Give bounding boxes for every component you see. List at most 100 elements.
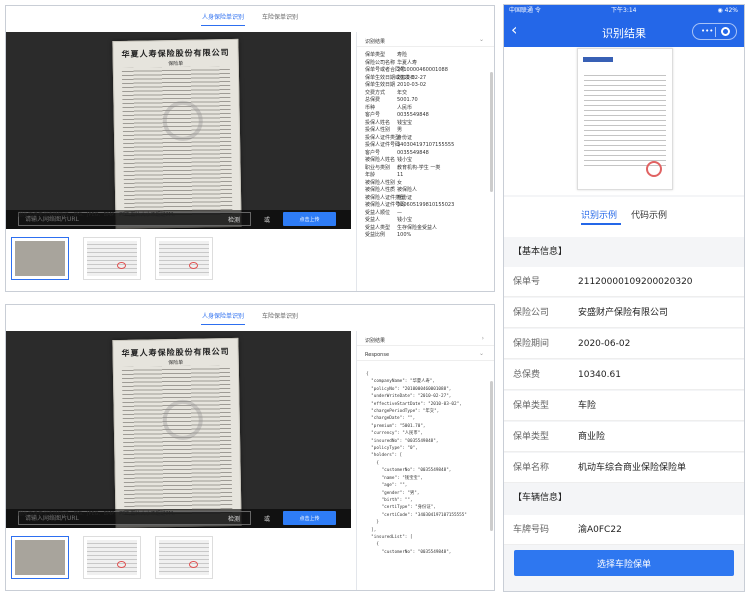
field-key: 被保险人性别 [365, 179, 396, 186]
field-row: 保单号 21120000109200020320 [504, 267, 744, 297]
field-key: 保单生效日期或签发日 [365, 74, 416, 81]
detect-button[interactable]: 检测 [228, 215, 240, 224]
field-key: 交费方式 [365, 89, 386, 96]
field-value: 21120000109200020320 [578, 277, 693, 287]
field-key: 总保费 [513, 370, 541, 380]
select-auto-policy-button[interactable]: 选择车险保单 [514, 550, 734, 576]
field-key: 投保人证件类型 [365, 134, 401, 141]
field-value: 生存保险金受益人 [397, 224, 438, 231]
json-line: "customerNo": "0035549848", [366, 549, 452, 555]
field-value: 钱宝宝 [397, 119, 413, 126]
field-key: 被保险人性质 [365, 187, 396, 193]
field-value: 340304197107155555 [397, 142, 455, 148]
result-header[interactable]: 识别结果 › [357, 331, 494, 346]
field-key: 被保险人证件类型 [365, 194, 406, 201]
example-tabs: 识别示例 代码示例 [504, 197, 744, 237]
tab-recognition-example[interactable]: 识别示例 [581, 208, 617, 221]
field-value: — [397, 209, 402, 216]
more-icon[interactable]: ••• [701, 28, 713, 35]
json-line: "certiType": "身份证", [366, 505, 436, 511]
field-row: 受益比例 100% [365, 232, 494, 240]
chevron-down-icon: ⌄ [478, 350, 484, 357]
field-row: 车牌号码 渝A0FC22 [504, 515, 744, 545]
response-header[interactable]: Response ⌄ [357, 346, 494, 361]
or-label: 或 [264, 217, 271, 224]
json-line: ], [366, 527, 377, 533]
detect-button[interactable]: 检测 [228, 514, 240, 523]
thumbnail-2[interactable] [83, 536, 141, 579]
json-line: "policyNo": "2010000460001088", [366, 386, 452, 392]
tab-code-example[interactable]: 代码示例 [631, 208, 667, 221]
field-key: 总保费 [365, 97, 381, 103]
json-line: "chargeDate": "", [366, 416, 416, 422]
close-target-icon[interactable] [721, 27, 730, 36]
field-key: 保险公司名称 [365, 59, 396, 66]
doc-title: 华夏人寿保险股份有限公司 [121, 346, 230, 358]
field-key: 客户号 [365, 112, 381, 118]
field-key: 受益人顺位 [365, 209, 391, 216]
field-row: 保单类型 商业险 [504, 422, 744, 452]
policy-document-image [577, 48, 673, 190]
field-row: 年龄 11 [365, 172, 494, 180]
tab-auto-insurance[interactable]: 车险保单识别 [261, 305, 299, 329]
field-row: 被保险人性别女 [365, 180, 494, 188]
json-line: "customerNo": "0035549848", [366, 468, 452, 474]
chevron-down-icon: ⌄ [478, 36, 484, 43]
field-row: 投保人性别男 [365, 127, 494, 135]
field-row: 保险期间 2020-06-02 [504, 329, 744, 359]
upload-button[interactable]: 点击上传 [283, 212, 336, 226]
thumbnail-3[interactable] [155, 237, 213, 280]
result-header[interactable]: 识别结果 ⌄ [357, 32, 494, 47]
policy-document-image: 华夏人寿保险股份有限公司 保险单 [112, 337, 242, 528]
thumbnail-1[interactable] [11, 237, 69, 280]
tab-life-insurance[interactable]: 人身保险单识别 [201, 310, 246, 325]
chevron-right-icon: › [481, 335, 484, 342]
json-line: "name": "钱宝宝", [366, 475, 423, 481]
field-value: 商业险 [578, 432, 606, 442]
field-key: 保单生效日期 [365, 82, 396, 88]
thumbnail-2[interactable] [83, 237, 141, 280]
json-line: "birth": "", [366, 497, 413, 503]
file-hint: 图片文件类型支持PNG、JPG、JPEG、BMP、PDF,图片大小不超过2M。 [18, 212, 179, 218]
json-line: { [366, 372, 369, 377]
field-value: 身份证 [397, 194, 413, 201]
field-value: 5001.70 [397, 97, 418, 103]
field-value: 2010-02-27 [397, 74, 427, 81]
field-value: 0035549848 [397, 112, 429, 118]
file-hint: 图片文件类型支持PNG、JPG、JPEG、BMP、PDF,图片大小不超过2M。 [18, 511, 179, 517]
field-key: 车牌号码 [513, 525, 550, 535]
result-panel: 识别结果 › Response ⌄ { "companyName": "华夏人寿… [356, 331, 494, 590]
field-row: 受益人 钱小宝 [365, 217, 494, 225]
thumbnail-3[interactable] [155, 536, 213, 579]
upload-button[interactable]: 点击上传 [283, 511, 336, 525]
policy-document-image: 华夏人寿保险股份有限公司 保险单 [112, 38, 242, 229]
field-key: 被保险人姓名 [365, 157, 396, 163]
result-panel: 识别结果 ⌄ 保单类型 寿险 保险公司名称 华夏人寿 保单号或者合同号 201000046… [356, 32, 494, 291]
field-row: 保单生效日期 2010-03-02 [365, 82, 494, 90]
json-line: "holders": [ [366, 453, 403, 459]
field-row: 保单名称 机动车综合商业保险保险单 [504, 453, 744, 483]
field-value: 男 [397, 127, 403, 133]
field-value: 渝A0FC22 [578, 525, 622, 535]
mini-program-capsule: ••• [692, 23, 737, 40]
field-row: 被保险人姓名 钱小宝 [365, 157, 494, 165]
json-line: "companyName": "华夏人寿", [366, 379, 435, 385]
field-row: 职业与类别 教育机构-学生 一类 [365, 165, 494, 173]
tab-auto-insurance[interactable]: 车险保单识别 [261, 6, 299, 30]
json-line: "currency": "人民币", [366, 431, 423, 437]
carrier: 中国联通 令 [509, 7, 541, 14]
insurer-logo [583, 57, 613, 62]
stamp-icon [646, 161, 662, 177]
json-line: "certiCode": "340304197107155555" [366, 512, 467, 518]
tab-underline [581, 223, 621, 225]
scrollbar[interactable] [490, 72, 493, 192]
field-key: 保单类型 [365, 52, 386, 58]
scrollbar[interactable] [490, 381, 493, 531]
field-row: 保单号或者合同号 2010000460001088 [365, 67, 494, 75]
field-value: 钱小宝 [397, 157, 413, 163]
field-value: 2020-06-02 [578, 339, 631, 349]
thumbnail-1[interactable] [11, 536, 69, 579]
field-row: 保单类型 车险 [504, 391, 744, 421]
tab-life-insurance[interactable]: 人身保险单识别 [201, 11, 246, 26]
json-line: "gender": "男", [366, 490, 420, 496]
